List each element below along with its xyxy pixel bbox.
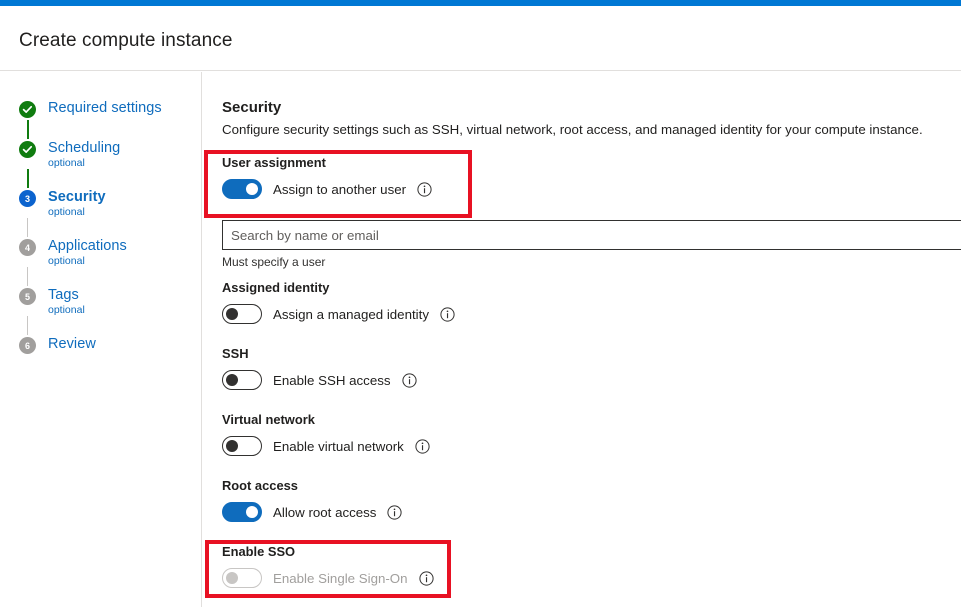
info-icon[interactable] — [418, 570, 434, 586]
wizard-step-applications[interactable]: 4 Applications optional — [19, 237, 194, 268]
field-label: SSH — [222, 346, 249, 361]
wizard-step-sublabel: optional — [48, 157, 85, 169]
toggle-knob — [246, 183, 258, 195]
step-connector — [19, 218, 194, 237]
toggle-row: Assign a managed identity — [222, 304, 455, 324]
wizard-steps: Required settings Scheduling optional 3 … — [19, 99, 194, 357]
page-title: Create compute instance — [19, 30, 233, 51]
assign-to-another-user-toggle[interactable] — [222, 179, 262, 199]
step-number-badge: 6 — [19, 337, 36, 354]
step-complete-check-icon — [19, 101, 36, 118]
field-ssh: SSH Enable SSH access — [222, 346, 417, 390]
toggle-knob — [246, 506, 258, 518]
field-virtual-network: Virtual network Enable virtual network — [222, 412, 430, 456]
assign-managed-identity-toggle[interactable] — [222, 304, 262, 324]
toggle-row: Assign to another user — [222, 179, 432, 199]
security-panel: Security Configure security settings suc… — [203, 72, 961, 607]
step-connector — [19, 267, 194, 286]
user-search-field[interactable] — [222, 220, 961, 250]
toggle-label: Enable virtual network — [273, 438, 404, 454]
info-icon[interactable] — [417, 181, 432, 197]
wizard-step-label: Review — [48, 336, 96, 352]
wizard-step-label: Required settings — [48, 100, 162, 116]
info-icon[interactable] — [387, 504, 403, 520]
toggle-label: Assign a managed identity — [273, 306, 429, 322]
wizard-step-security[interactable]: 3 Security optional — [19, 188, 194, 219]
toggle-row: Enable SSH access — [222, 370, 417, 390]
page-header: Create compute instance — [0, 6, 961, 71]
field-assigned-identity: Assigned identity Assign a managed ident… — [222, 280, 455, 324]
step-number-badge: 3 — [19, 190, 36, 207]
toggle-knob — [226, 308, 238, 320]
wizard-step-sublabel: optional — [48, 206, 85, 218]
toggle-knob — [226, 572, 238, 584]
step-number-badge: 4 — [19, 239, 36, 256]
toggle-label: Enable Single Sign-On — [273, 570, 408, 586]
field-enable-sso: Enable SSO Enable Single Sign-On — [222, 544, 434, 588]
field-user-assignment: User assignment Assign to another user — [222, 155, 432, 199]
wizard-step-tags[interactable]: 5 Tags optional — [19, 286, 194, 317]
step-connector — [19, 120, 194, 139]
enable-virtual-network-toggle[interactable] — [222, 436, 262, 456]
info-icon[interactable] — [401, 372, 417, 388]
step-connector — [19, 169, 194, 188]
info-icon[interactable] — [415, 438, 430, 454]
section-title: Security — [222, 99, 282, 116]
step-connector — [19, 316, 194, 335]
wizard-step-review[interactable]: 6 Review — [19, 335, 194, 357]
wizard-step-required-settings[interactable]: Required settings — [19, 99, 194, 121]
create-compute-instance-page: Create compute instance Required setting… — [0, 0, 961, 607]
toggle-label: Assign to another user — [273, 181, 407, 197]
section-description: Configure security settings such as SSH,… — [222, 122, 923, 137]
field-label: Root access — [222, 478, 298, 493]
allow-root-access-toggle[interactable] — [222, 502, 262, 522]
field-label: Enable SSO — [222, 544, 296, 559]
wizard-step-label: Security — [48, 189, 106, 205]
field-label: Virtual network — [222, 412, 315, 427]
enable-ssh-access-toggle[interactable] — [222, 370, 262, 390]
info-icon[interactable] — [440, 306, 455, 322]
field-label: Assigned identity — [222, 280, 330, 295]
wizard-step-label: Tags — [48, 287, 79, 303]
toggle-knob — [226, 374, 238, 386]
toggle-knob — [226, 440, 238, 452]
enable-single-sign-on-toggle — [222, 568, 262, 588]
field-root-access: Root access Allow root access — [222, 478, 403, 522]
wizard-step-label: Applications — [48, 238, 127, 254]
step-complete-check-icon — [19, 141, 36, 158]
wizard-step-label: Scheduling — [48, 140, 121, 156]
page-body: Required settings Scheduling optional 3 … — [0, 72, 961, 607]
field-label: User assignment — [222, 155, 326, 170]
toggle-row: Enable Single Sign-On — [222, 568, 434, 588]
user-search-hint: Must specify a user — [222, 255, 326, 269]
toggle-row: Enable virtual network — [222, 436, 430, 456]
wizard-step-sublabel: optional — [48, 304, 85, 316]
toggle-label: Allow root access — [273, 504, 377, 520]
wizard-step-scheduling[interactable]: Scheduling optional — [19, 139, 194, 170]
search-input[interactable] — [222, 220, 961, 250]
step-number-badge: 5 — [19, 288, 36, 305]
toggle-row: Allow root access — [222, 502, 403, 522]
toggle-label: Enable SSH access — [273, 372, 391, 388]
wizard-rail: Required settings Scheduling optional 3 … — [0, 72, 202, 607]
wizard-step-sublabel: optional — [48, 255, 85, 267]
